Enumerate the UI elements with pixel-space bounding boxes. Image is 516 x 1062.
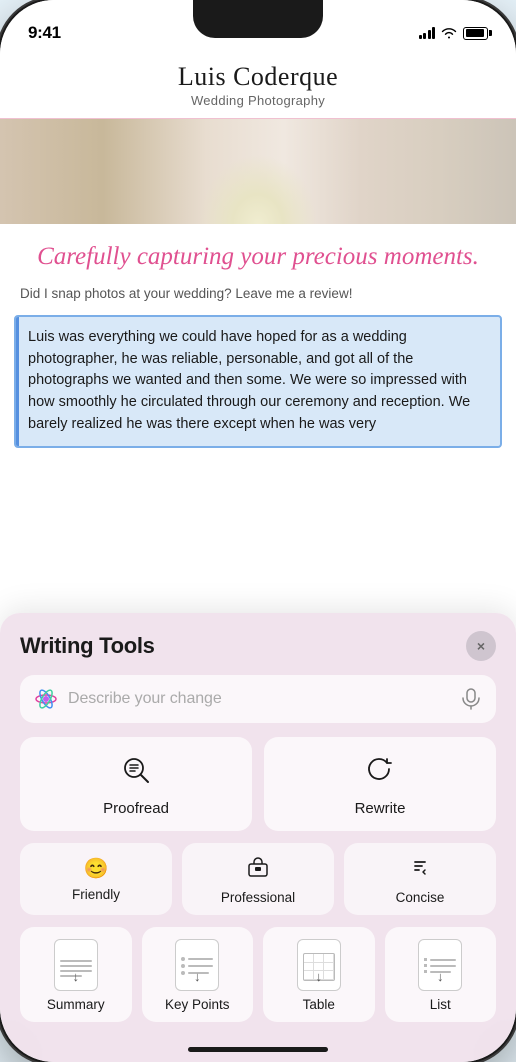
key-points-button[interactable]: ↓ Key Points	[142, 927, 254, 1022]
review-prompt: Did I snap photos at your wedding? Leave…	[0, 280, 516, 311]
concise-label: Concise	[396, 890, 445, 905]
writing-tools-panel: Writing Tools × Describe your change	[0, 613, 516, 1062]
professional-icon	[247, 856, 269, 884]
key-points-label: Key Points	[165, 997, 230, 1012]
professional-button[interactable]: Professional	[182, 843, 334, 915]
table-icon: ↓	[297, 939, 341, 991]
rewrite-button[interactable]: Rewrite	[264, 737, 496, 831]
home-indicator	[188, 1047, 328, 1052]
table-label: Table	[303, 997, 335, 1012]
friendly-button[interactable]: 😊 Friendly	[20, 843, 172, 915]
summary-label: Summary	[47, 997, 105, 1012]
list-icon: ↓	[418, 939, 462, 991]
table-button[interactable]: ↓ Table	[263, 927, 375, 1022]
wifi-icon	[441, 27, 457, 39]
status-time: 9:41	[28, 23, 61, 43]
phone-frame: 9:41 Luis Coderque Wedding Photography C…	[0, 0, 516, 1062]
list-label: List	[430, 997, 451, 1012]
list-button[interactable]: ↓ List	[385, 927, 497, 1022]
concise-icon	[409, 856, 431, 884]
writing-tools-header: Writing Tools ×	[20, 631, 496, 661]
format-row: ↓ Summary	[20, 927, 496, 1022]
summary-button[interactable]: ↓ Summary	[20, 927, 132, 1022]
website-header: Luis Coderque Wedding Photography	[0, 54, 516, 119]
hero-image	[0, 119, 516, 224]
proofread-label: Proofread	[103, 800, 169, 817]
tagline: Carefully capturing your precious moment…	[0, 224, 516, 280]
rewrite-icon	[365, 755, 395, 792]
key-points-icon: ↓	[175, 939, 219, 991]
site-subtitle: Wedding Photography	[20, 93, 496, 108]
site-title: Luis Coderque	[20, 62, 496, 92]
search-input-row[interactable]: Describe your change	[20, 675, 496, 723]
summary-icon: ↓	[54, 939, 98, 991]
microphone-icon[interactable]	[460, 688, 482, 710]
rewrite-label: Rewrite	[355, 800, 406, 817]
friendly-icon: 😊	[84, 856, 109, 881]
battery-icon	[463, 27, 488, 40]
proofread-button[interactable]: Proofread	[20, 737, 252, 831]
proofread-icon	[121, 755, 151, 792]
close-button[interactable]: ×	[466, 631, 496, 661]
action-row: Proofread Rewrite	[20, 737, 496, 831]
notch	[193, 0, 323, 38]
concise-button[interactable]: Concise	[344, 843, 496, 915]
status-icons	[419, 27, 489, 40]
tone-row: 😊 Friendly Professional	[20, 843, 496, 915]
signal-icon	[419, 27, 436, 39]
writing-tools-title: Writing Tools	[20, 633, 155, 659]
selected-text: Luis was everything we could have hoped …	[14, 315, 502, 448]
apple-intelligence-icon	[34, 687, 58, 711]
professional-label: Professional	[221, 890, 295, 905]
friendly-label: Friendly	[72, 887, 120, 902]
search-placeholder: Describe your change	[68, 690, 450, 708]
